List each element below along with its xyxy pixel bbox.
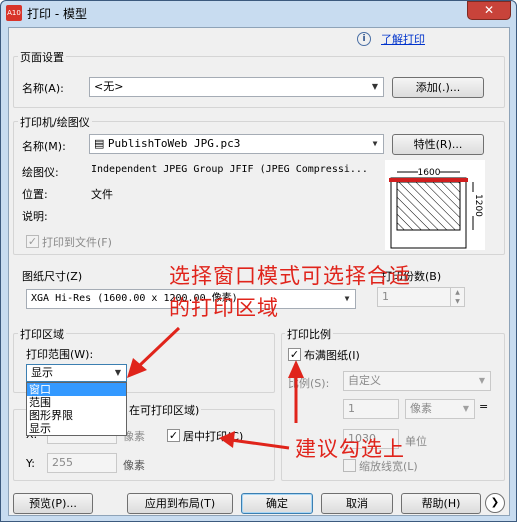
dialog-client-area: i 了解打印 页面设置 名称(A): <无> ▼ 添加(.)... 打印机/绘图… <box>8 27 510 516</box>
window-title: 打印 - 模型 <box>27 7 87 21</box>
print-dialog-window: A10 打印 - 模型 ✕ i 了解打印 页面设置 名称(A): <无> ▼ 添… <box>0 0 517 522</box>
autocad-app-icon: A10 <box>6 5 22 21</box>
title-bar[interactable]: A10 打印 - 模型 ✕ <box>1 1 516 27</box>
close-button[interactable]: ✕ <box>467 1 511 20</box>
annotation-arrows <box>127 326 304 450</box>
